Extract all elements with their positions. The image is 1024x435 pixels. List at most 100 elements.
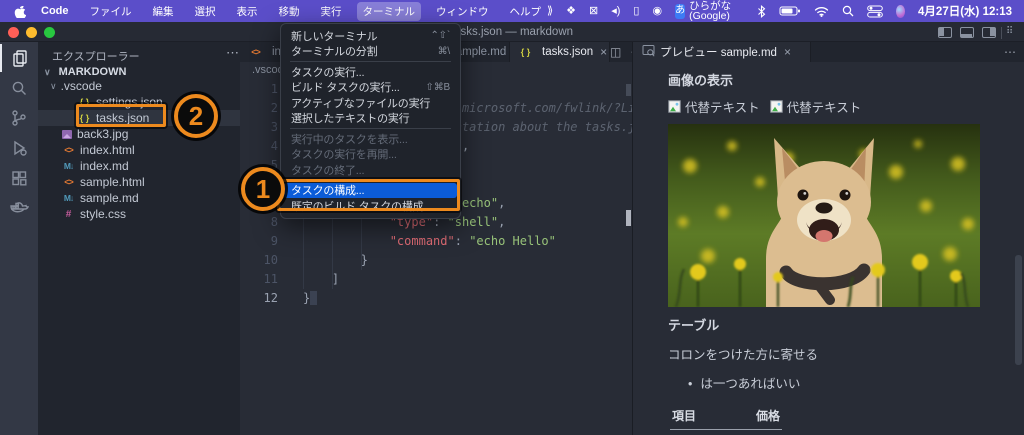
bullet-dot: •	[688, 377, 693, 391]
tree-item-index-html[interactable]: <> index.html	[38, 142, 240, 158]
preview-bullet: • は一つあればいい	[688, 377, 801, 391]
image-file-icon	[62, 129, 72, 139]
split-editor-icon[interactable]: ◫	[610, 45, 621, 59]
macos-menubar: Code ファイル 編集 選択 表示 移動 実行 ターミナル ウィンドウ ヘルプ…	[0, 0, 1024, 22]
markdown-preview-content: 画像の表示 代替テキスト 代替テキスト テーブル コロンをつけた方に寄せる • …	[633, 62, 1024, 435]
customize-layout-icon[interactable]: ⠿	[1006, 26, 1014, 37]
markdown-file-icon: M↓	[63, 161, 74, 171]
control-center-icon[interactable]	[867, 5, 884, 18]
ime-icon: あ	[675, 3, 686, 19]
table-row: パソコン ¥160000	[670, 429, 782, 435]
battery-icon[interactable]	[779, 5, 801, 17]
tree-item-sample-html[interactable]: <> sample.html	[38, 174, 240, 190]
close-tab-icon[interactable]: ×	[600, 45, 607, 59]
code-line: "command": "echo Hello"	[389, 234, 556, 248]
apple-logo-icon[interactable]	[14, 4, 26, 18]
tree-item-sample-md[interactable]: M↓ sample.md	[38, 190, 240, 206]
menubar-item-view[interactable]: 表示	[231, 2, 264, 21]
broken-image-icon	[668, 100, 681, 113]
menubar-item-go[interactable]: 移動	[273, 2, 306, 21]
extensions-activity-icon[interactable]	[0, 164, 38, 192]
broken-image-icon	[769, 100, 783, 113]
overview-ruler-cursor-mark	[626, 210, 631, 226]
preview-more-icon[interactable]: ⋯	[1004, 45, 1016, 59]
preview-tab-bar: プレビュー sample.md × ⋯	[633, 42, 1024, 62]
menubar-item-help[interactable]: ヘルプ	[504, 2, 548, 21]
menu-item-run-build-task[interactable]: ビルド タスクの実行... ⇧⌘B	[281, 80, 460, 96]
alt-text: 代替テキスト	[685, 101, 760, 115]
code-line: }	[303, 289, 632, 308]
record-icon[interactable]: ◉	[652, 5, 662, 17]
toggle-secondary-sidebar-icon[interactable]	[982, 27, 996, 38]
preview-heading-images: 画像の表示	[668, 73, 734, 88]
menubar-item-terminal[interactable]: ターミナル	[356, 1, 421, 21]
menubar-item-selection[interactable]: 選択	[189, 2, 222, 21]
table-header-row: 項目 価格	[670, 402, 782, 430]
json-file-icon: { }	[520, 47, 531, 57]
css-file-icon: #	[65, 208, 72, 220]
close-tab-icon[interactable]: ×	[784, 45, 791, 59]
preview-table: 項目 価格 パソコン ¥160000 電話 ¥12000	[670, 402, 782, 435]
menu-item-run-task[interactable]: タスクの実行...	[281, 64, 460, 80]
menu-item-run-active-file[interactable]: アクティブなファイルの実行	[281, 95, 460, 111]
alt-text: 代替テキスト	[786, 101, 862, 115]
tab-tasks-json[interactable]: { } tasks.json ×	[510, 42, 610, 62]
search-activity-icon[interactable]	[0, 74, 38, 102]
menubar-clock[interactable]: 4月27日(水) 12:13	[918, 3, 1012, 19]
chevron-down-icon: ∨	[44, 66, 51, 77]
line-number: 9	[270, 234, 278, 248]
menu-item-show-running-tasks: 実行中のタスクを表示...	[291, 133, 408, 146]
source-control-activity-icon[interactable]	[0, 104, 38, 132]
menu-separator	[290, 128, 451, 129]
chevron-down-icon: ∨	[50, 80, 57, 91]
table-header-price: 価格	[726, 402, 782, 430]
tree-item-style-css[interactable]: # style.css	[38, 206, 240, 222]
overview-ruler-mark	[626, 84, 631, 96]
code-line: }	[303, 253, 369, 267]
toggle-sidebar-icon[interactable]	[938, 27, 952, 38]
menubar-item-code[interactable]: Code	[35, 3, 75, 19]
preview-scrollbar-thumb[interactable]	[1015, 255, 1022, 365]
line-number: 11	[263, 272, 278, 286]
bluetooth-icon[interactable]	[757, 4, 766, 18]
tool-icon[interactable]: ⊠	[589, 5, 598, 17]
titlebar-separator	[1001, 27, 1002, 39]
table-header-item: 項目	[670, 402, 726, 430]
tree-item-vscode-folder[interactable]: ∨ .vscode	[38, 78, 240, 94]
menu-item-split-terminal[interactable]: ターミナルの分割 ⌘\	[281, 44, 460, 60]
alert-icon[interactable]: ◂)	[611, 5, 620, 17]
wifi-icon[interactable]	[814, 6, 829, 17]
menu-separator	[290, 61, 451, 62]
menu-item-new-terminal[interactable]: 新しいターミナル ⌃⇧`	[281, 28, 460, 44]
explorer-header: エクスプローラー	[52, 51, 140, 63]
html-file-icon: <>	[251, 47, 261, 57]
line-number: 10	[263, 253, 278, 267]
toggle-panel-icon[interactable]	[960, 27, 974, 38]
run-debug-activity-icon[interactable]	[0, 134, 38, 162]
annotation-box-configure-tasks	[277, 179, 460, 211]
code-line: ]	[303, 272, 340, 286]
tab-preview-sample-md[interactable]: プレビュー sample.md ×	[633, 42, 811, 62]
html-file-icon: <>	[64, 145, 74, 155]
docker-activity-icon[interactable]	[0, 194, 38, 222]
dog-photo	[668, 124, 980, 307]
dropbox-icon[interactable]: ❖	[566, 5, 576, 17]
annotation-step-2: 2	[174, 94, 218, 138]
annotation-step-1: 1	[241, 167, 285, 211]
explorer-more-icon[interactable]: ⋯	[226, 45, 239, 61]
preview-heading-table: テーブル	[668, 318, 720, 333]
spotlight-search-icon[interactable]	[842, 5, 854, 17]
device-icon[interactable]: ▯	[633, 5, 639, 17]
menu-item-run-selected-text[interactable]: 選択したテキストの実行	[281, 111, 460, 127]
menubar-item-edit[interactable]: 編集	[147, 2, 180, 21]
ime-indicator[interactable]: あ ひらがな (Google)	[675, 0, 744, 22]
menubar-item-run[interactable]: 実行	[315, 2, 348, 21]
tree-item-index-md[interactable]: M↓ index.md	[38, 158, 240, 174]
explorer-activity-icon[interactable]	[0, 44, 38, 72]
markdown-preview-icon	[642, 44, 655, 60]
menubar-item-file[interactable]: ファイル	[84, 2, 138, 21]
menubar-item-window[interactable]: ウィンドウ	[430, 2, 495, 21]
siri-icon[interactable]	[896, 4, 906, 18]
markdown-file-icon: M↓	[63, 193, 74, 203]
app-swoosh-icon[interactable]: ⟫	[547, 5, 553, 17]
